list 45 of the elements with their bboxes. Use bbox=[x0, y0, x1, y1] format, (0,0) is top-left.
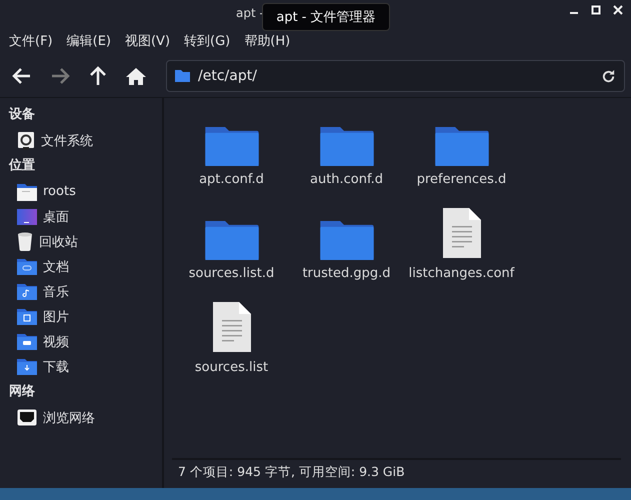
document-icon bbox=[440, 206, 482, 260]
close-icon[interactable] bbox=[613, 5, 623, 15]
status-text: 7 个项目: 945 字节, 可用空间: 9.3 GiB bbox=[178, 464, 405, 480]
music-folder-icon bbox=[17, 283, 37, 300]
sidebar-item[interactable]: 视频 bbox=[43, 332, 69, 350]
sidebar-item[interactable]: 文件系统 bbox=[41, 132, 93, 150]
file-name[interactable]: trusted.gpg.d bbox=[302, 266, 391, 281]
sidebar-item[interactable]: 桌面 bbox=[43, 208, 69, 226]
sidebar-item[interactable]: 图片 bbox=[43, 308, 69, 326]
file-name[interactable]: preferences.d bbox=[416, 172, 506, 187]
menu-item[interactable]: 编辑(E) bbox=[66, 32, 111, 50]
file-name[interactable]: auth.conf.d bbox=[310, 172, 384, 187]
trash-icon bbox=[17, 232, 33, 251]
menu-item[interactable]: 转到(G) bbox=[184, 32, 230, 50]
network-icon bbox=[17, 408, 37, 426]
tooltip: apt - 文件管理器 bbox=[262, 3, 390, 31]
file-name[interactable]: listchanges.conf bbox=[408, 266, 514, 281]
path-field[interactable]: /etc/apt/ bbox=[166, 60, 625, 92]
menu-item[interactable]: 帮助(H) bbox=[244, 32, 290, 50]
file-name[interactable]: sources.list.d bbox=[188, 266, 274, 281]
folder-icon bbox=[17, 182, 37, 200]
reload-icon[interactable] bbox=[601, 68, 616, 84]
sidebar-item[interactable]: 文档 bbox=[43, 258, 69, 276]
sidebar-item[interactable]: 浏览网络 bbox=[43, 408, 95, 426]
folder-icon bbox=[175, 70, 190, 82]
file-name[interactable]: apt.conf.d bbox=[199, 172, 264, 187]
desktop-icon bbox=[17, 208, 37, 224]
maximize-icon[interactable] bbox=[591, 5, 601, 15]
drive-icon bbox=[17, 131, 35, 150]
menu-item[interactable]: 视图(V) bbox=[124, 32, 170, 50]
path-text: /etc/apt/ bbox=[198, 68, 258, 84]
videos-folder-icon bbox=[17, 333, 37, 350]
sidebar-heading: 网络 bbox=[9, 383, 36, 401]
file-name[interactable]: sources.list bbox=[194, 360, 268, 375]
documents-folder-icon bbox=[17, 258, 37, 275]
document-icon bbox=[210, 300, 252, 354]
sidebar-heading: 位置 bbox=[9, 157, 36, 175]
downloads-folder-icon bbox=[17, 358, 37, 375]
sidebar-item[interactable]: 音乐 bbox=[43, 282, 69, 300]
sidebar-heading: 设备 bbox=[9, 106, 36, 124]
sidebar-item[interactable]: 回收站 bbox=[39, 232, 78, 250]
sidebar-item[interactable]: roots bbox=[43, 184, 76, 199]
pictures-folder-icon bbox=[17, 308, 37, 325]
menu-item[interactable]: 文件(F) bbox=[9, 32, 53, 50]
sidebar-item[interactable]: 下载 bbox=[43, 358, 69, 376]
